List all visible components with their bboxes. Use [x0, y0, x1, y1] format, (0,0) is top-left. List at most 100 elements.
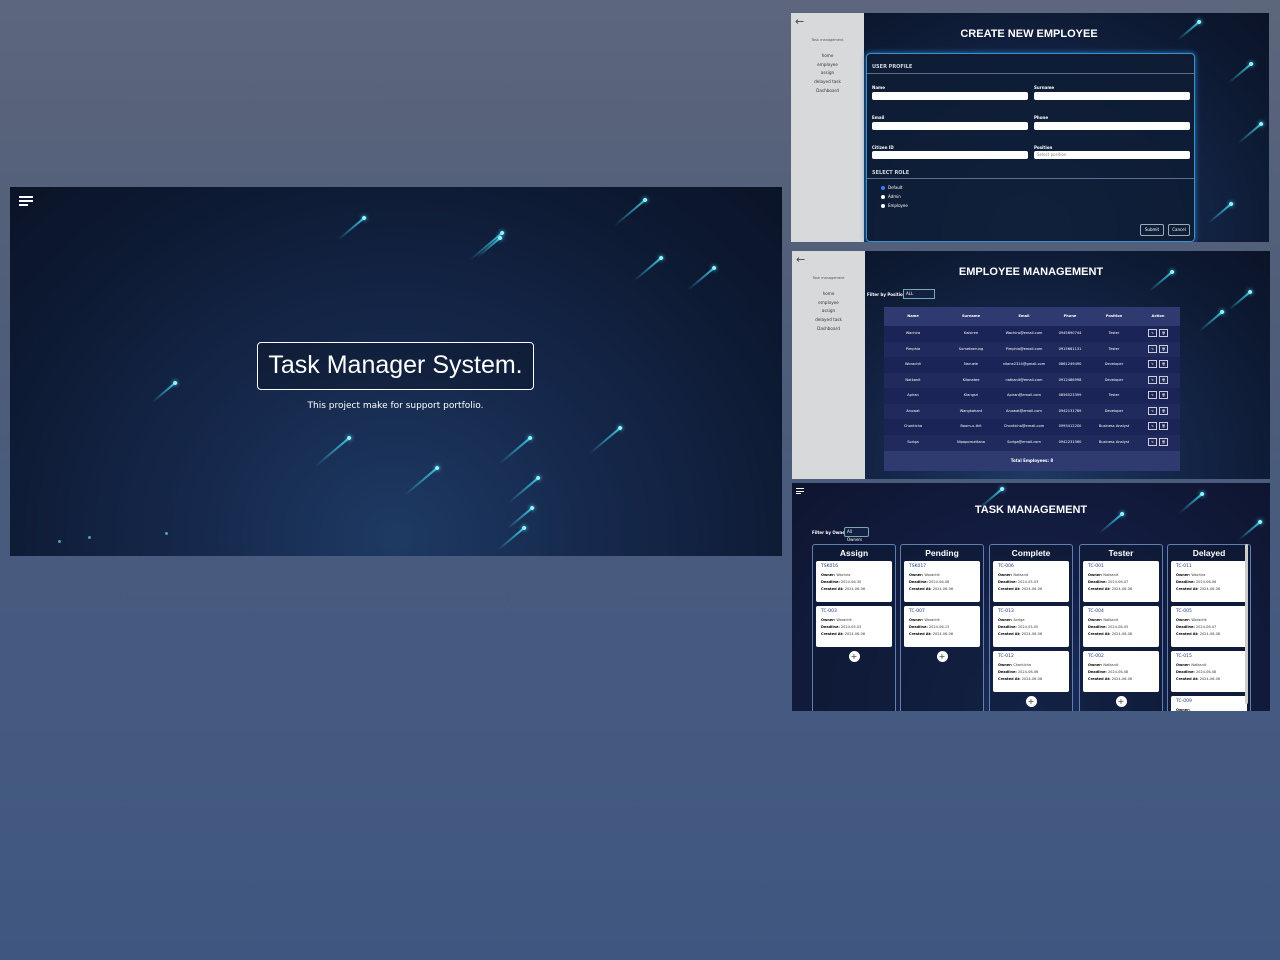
task-card[interactable]: TC-004 Owner: Natkanit Deadline: 2024-06-0…	[1083, 606, 1159, 647]
email-input[interactable]	[872, 122, 1028, 130]
edit-icon[interactable]: ✎	[1148, 391, 1157, 399]
sidebar-item-assign[interactable]: assign	[792, 307, 865, 316]
name-label: Name	[872, 85, 885, 90]
task-deadline: Deadline: 2024-06-08	[1088, 670, 1129, 674]
edit-icon[interactable]: ✎	[1148, 437, 1157, 446]
task-owner: Owner: Worachit	[821, 618, 852, 622]
delete-icon[interactable]: 🗑	[1159, 391, 1168, 399]
position-filter-select[interactable]: ALL	[903, 289, 935, 299]
column-title: Tester	[1108, 548, 1134, 558]
task-owner: Owner:	[1176, 708, 1191, 711]
task-card[interactable]: TC-007 Owner: Worachit Deadline: 2024-06-1…	[904, 606, 980, 647]
task-owner: Owner: Natkanit	[998, 573, 1029, 577]
table-cell: Kaisiree	[963, 331, 979, 335]
sidebar-item-home[interactable]: home	[791, 52, 864, 61]
add-task-button[interactable]: +	[848, 651, 860, 662]
task-id: TSK016	[821, 564, 839, 569]
table-cell: 0915661131	[1058, 346, 1082, 351]
table-cell: Wachira	[905, 331, 921, 335]
table-cell: Pimphia@email.com	[1005, 346, 1043, 351]
task-card[interactable]: TSK017 Owner: Worachit Deadline: 2024-06-0…	[904, 561, 980, 602]
table-cell: Sumeteerung	[958, 346, 984, 351]
role-radio-employee[interactable]: Employee	[881, 203, 908, 208]
back-arrow-icon[interactable]: ←	[796, 253, 805, 266]
delete-icon[interactable]: 🗑	[1159, 406, 1168, 415]
task-created: Created At: 2024-06-06	[998, 677, 1043, 681]
task-id: TC-012	[998, 654, 1014, 659]
table-row: Natkanit Kilanatee natkanit@email.com 09124…	[884, 373, 1180, 389]
name-input[interactable]	[872, 92, 1028, 100]
board-scrollbar[interactable]	[1245, 544, 1248, 704]
sidebar-item-dashboard[interactable]: Dashboard	[791, 87, 864, 96]
task-deadline: Deadline: 2024-06-08	[909, 580, 950, 584]
sidebar-item-home[interactable]: home	[792, 290, 865, 299]
sidebar-item-delayed-task[interactable]: delayed task	[791, 78, 864, 87]
add-task-button[interactable]: +	[936, 651, 948, 662]
sidebar-item-assign[interactable]: assign	[791, 69, 864, 78]
hamburger-menu-icon[interactable]	[19, 196, 33, 208]
sidebar-item-employee[interactable]: employee	[792, 299, 865, 308]
task-id: TSK017	[909, 564, 927, 569]
column-header: Action	[1151, 314, 1165, 318]
task-card[interactable]: TC-012 Owner: Chonticha Deadline: 2024-06-…	[993, 651, 1069, 692]
surname-input[interactable]	[1034, 92, 1190, 100]
edit-icon[interactable]: ✎	[1148, 422, 1157, 430]
hamburger-menu-icon[interactable]	[796, 488, 804, 497]
table-cell: nilane2314@gmail.com	[1002, 362, 1046, 366]
task-card[interactable]: TC-005 Owner: Worachit Deadline: 2024-06-0…	[1171, 606, 1247, 647]
table-cell: Chonticha	[903, 424, 923, 428]
delete-icon[interactable]: 🗑	[1159, 375, 1168, 384]
column-header: Surname	[961, 314, 981, 318]
role-radio-admin[interactable]: Admin	[881, 194, 901, 199]
edit-icon[interactable]: ✎	[1148, 375, 1157, 384]
task-column-assign: Assign TSK016 Owner: Wachira Deadline: 2024…	[812, 544, 896, 711]
table-cell: 0912486998	[1058, 377, 1082, 382]
task-card[interactable]: TC-003 Owner: Worachit Deadline: 2024-05-0…	[816, 606, 892, 647]
edit-icon[interactable]: ✎	[1148, 329, 1157, 337]
task-card[interactable]: TC-015 Owner: Natkanit Deadline: 2024-06-0…	[1171, 651, 1247, 692]
table-cell: Klangsri	[963, 393, 979, 397]
table-cell: Anuwat@email.com	[1006, 408, 1042, 413]
task-card[interactable]: TC-002 Owner: Natkanit Deadline: 2024-06-0…	[1083, 651, 1159, 692]
task-card[interactable]: TC-009Owner: Deadline: Created At:	[1171, 696, 1247, 711]
task-column-complete: Complete TC-006 Owner: Natkanit Deadline: 2…	[989, 544, 1073, 711]
position-select[interactable]: Select position	[1034, 151, 1190, 159]
cancel-button[interactable]: Cancel	[1168, 224, 1190, 236]
task-id: TC-009	[1176, 699, 1192, 704]
task-created: Created At: 2024-06-06	[821, 587, 866, 591]
table-cell: Pimphia	[905, 346, 921, 351]
delete-icon[interactable]: 🗑	[1159, 422, 1168, 430]
task-created: Created At: 2024-06-06	[909, 632, 954, 636]
edit-icon[interactable]: ✎	[1148, 406, 1157, 415]
delete-icon[interactable]: 🗑	[1159, 437, 1168, 446]
owner-filter-select[interactable]: All Owners	[844, 527, 869, 542]
task-id: TC-001	[1088, 564, 1104, 569]
delete-icon[interactable]: 🗑	[1159, 360, 1168, 368]
add-task-button[interactable]: +	[1025, 696, 1037, 707]
action-cell: ✎ 🗑	[1136, 404, 1180, 420]
task-card[interactable]: TC-011 Owner: Wachira Deadline: 2024-06-06…	[1171, 561, 1247, 602]
sidebar-item-employee[interactable]: employee	[791, 61, 864, 70]
task-owner: Owner: Natkanit	[1176, 663, 1207, 667]
edit-icon[interactable]: ✎	[1148, 344, 1157, 353]
task-card[interactable]: TC-013 Owner: Soriga Deadline: 2024-05-05 C…	[993, 606, 1069, 647]
submit-button[interactable]: Submit	[1140, 224, 1164, 236]
task-card[interactable]: TC-001 Owner: Natkanit Deadline: 2024-06-0…	[1083, 561, 1159, 602]
phone-label: Phone	[1034, 115, 1049, 120]
back-arrow-icon[interactable]: ←	[795, 15, 804, 28]
task-owner: Owner: Worachit	[909, 573, 940, 577]
delete-icon[interactable]: 🗑	[1159, 344, 1168, 353]
edit-icon[interactable]: ✎	[1148, 360, 1157, 368]
delete-icon[interactable]: 🗑	[1159, 329, 1168, 337]
task-card[interactable]: TC-006 Owner: Natkanit Deadline: 2024-05-0…	[993, 561, 1069, 602]
citizen-id-input[interactable]	[872, 151, 1028, 159]
sidebar-item-delayed-task[interactable]: delayed task	[792, 316, 865, 325]
phone-input[interactable]	[1034, 122, 1190, 130]
task-created: Created At: 2024-06-06	[909, 587, 954, 591]
sidebar-item-dashboard[interactable]: Dashboard	[792, 325, 865, 334]
task-card[interactable]: TSK016 Owner: Wachira Deadline: 2024-06-30…	[816, 561, 892, 602]
add-task-button[interactable]: +	[1115, 696, 1127, 707]
role-radio-default[interactable]: Default	[881, 185, 903, 190]
action-cell: ✎ 🗑	[1136, 388, 1180, 404]
task-deadline: Deadline: 2024-06-05	[1088, 625, 1129, 629]
